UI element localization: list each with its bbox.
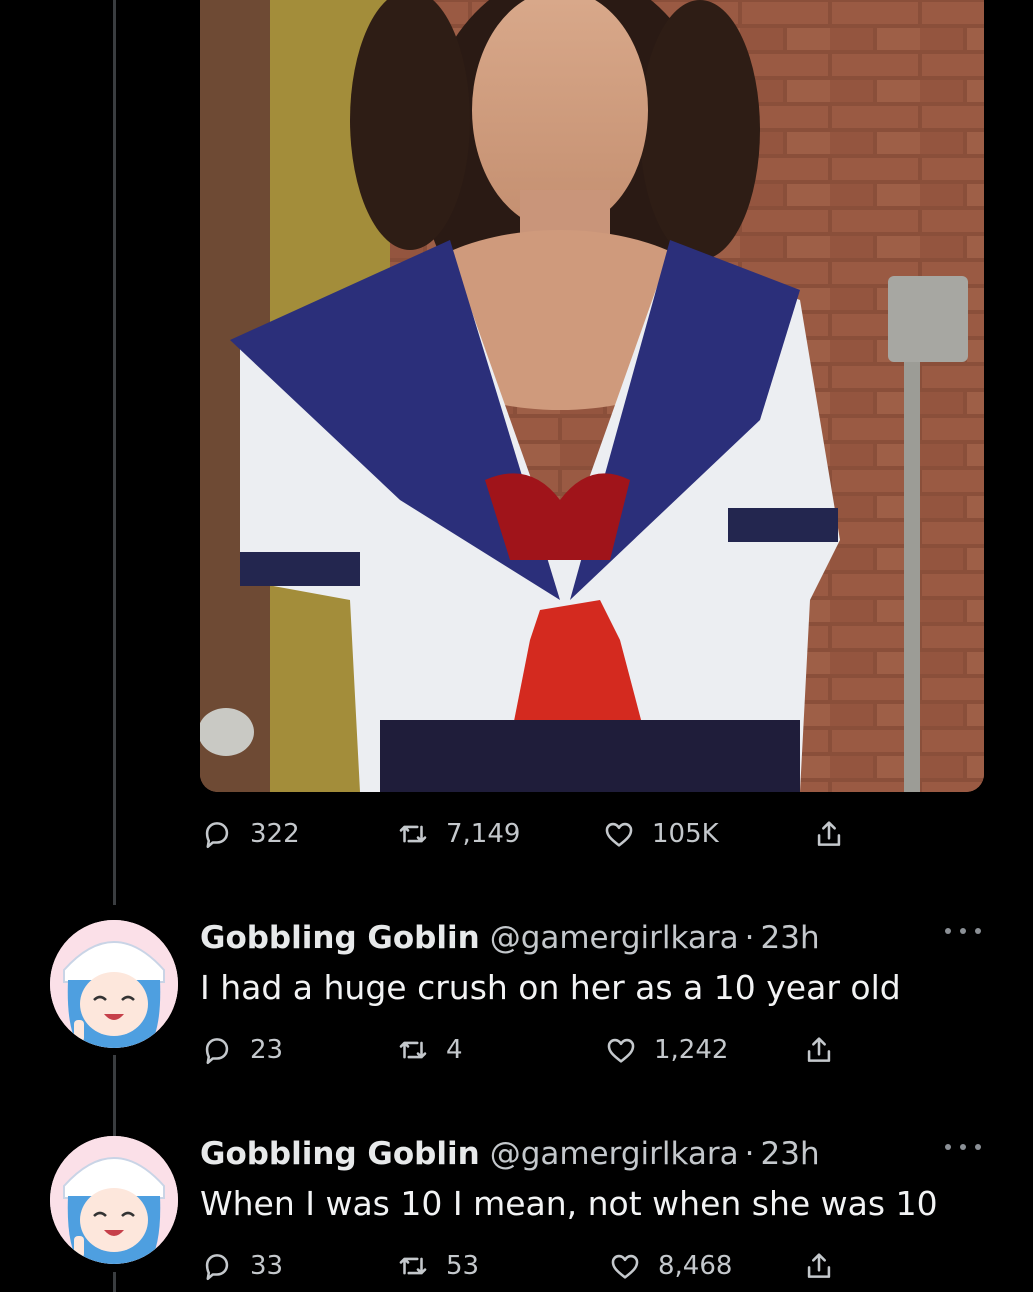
reply-action-bar: 23 4 1,242 (200, 1030, 860, 1070)
share-icon (812, 817, 846, 851)
share-button[interactable] (812, 814, 846, 854)
retweet-button[interactable]: 7,149 (396, 814, 520, 854)
more-options-button[interactable] (945, 916, 981, 946)
more-options-button[interactable] (945, 1132, 981, 1162)
separator-dot: · (744, 1136, 755, 1172)
like-button[interactable]: 8,468 (608, 1246, 732, 1286)
reply-tweet[interactable]: Gobbling Goblin @gamergirlkara · 23h I h… (0, 920, 1033, 1065)
user-handle[interactable]: @gamergirlkara (490, 920, 739, 956)
more-dot-icon (975, 1144, 981, 1150)
thread-line-top (113, 0, 116, 905)
retweet-count: 4 (446, 1035, 463, 1065)
anime-avatar-icon (50, 920, 178, 1048)
reply-button[interactable]: 33 (200, 1246, 283, 1286)
reply-icon (200, 1249, 234, 1283)
retweet-icon (396, 817, 430, 851)
more-dot-icon (960, 928, 966, 934)
reply-button[interactable]: 322 (200, 814, 300, 854)
more-dot-icon (960, 1144, 966, 1150)
more-dot-icon (945, 928, 951, 934)
retweet-icon (396, 1033, 430, 1067)
retweet-count: 7,149 (446, 819, 521, 849)
tweet-media-image[interactable] (200, 0, 984, 792)
retweet-button[interactable]: 53 (396, 1246, 479, 1286)
reply-text: I had a huge crush on her as a 10 year o… (200, 968, 901, 1007)
share-button[interactable] (802, 1246, 836, 1286)
like-count: 1,242 (654, 1035, 729, 1065)
avatar[interactable] (50, 1136, 178, 1264)
retweet-icon (396, 1249, 430, 1283)
anime-avatar-icon (50, 1136, 178, 1264)
reply-header: Gobbling Goblin @gamergirlkara · 23h (200, 1136, 820, 1176)
share-button[interactable] (802, 1030, 836, 1070)
reply-icon (200, 1033, 234, 1067)
reply-action-bar: 33 53 8,468 (200, 1246, 860, 1286)
share-icon (802, 1033, 836, 1067)
reply-count: 33 (250, 1251, 284, 1281)
reply-count: 322 (250, 819, 300, 849)
display-name[interactable]: Gobbling Goblin (200, 920, 480, 956)
tweet-action-bar: 322 7,149 105K (200, 814, 860, 854)
heart-icon (604, 1033, 638, 1067)
retweet-button[interactable]: 4 (396, 1030, 463, 1070)
more-dot-icon (945, 1144, 951, 1150)
separator-dot: · (744, 920, 755, 956)
user-handle[interactable]: @gamergirlkara (490, 1136, 739, 1172)
reply-tweet[interactable]: Gobbling Goblin @gamergirlkara · 23h Whe… (0, 1136, 1033, 1286)
thread-line-middle (113, 1055, 116, 1138)
heart-icon (608, 1249, 642, 1283)
reply-button[interactable]: 23 (200, 1030, 283, 1070)
more-dot-icon (975, 928, 981, 934)
reply-text: When I was 10 I mean, not when she was 1… (200, 1184, 938, 1223)
reply-count: 23 (250, 1035, 284, 1065)
like-count: 105K (652, 819, 719, 849)
heart-icon (602, 817, 636, 851)
share-icon (802, 1249, 836, 1283)
reply-header: Gobbling Goblin @gamergirlkara · 23h (200, 920, 820, 960)
retweet-count: 53 (446, 1251, 480, 1281)
timestamp[interactable]: 23h (761, 1136, 820, 1172)
like-button[interactable]: 105K (602, 814, 719, 854)
reply-icon (200, 817, 234, 851)
like-button[interactable]: 1,242 (604, 1030, 728, 1070)
timestamp[interactable]: 23h (761, 920, 820, 956)
like-count: 8,468 (658, 1251, 733, 1281)
display-name[interactable]: Gobbling Goblin (200, 1136, 480, 1172)
avatar[interactable] (50, 920, 178, 1048)
